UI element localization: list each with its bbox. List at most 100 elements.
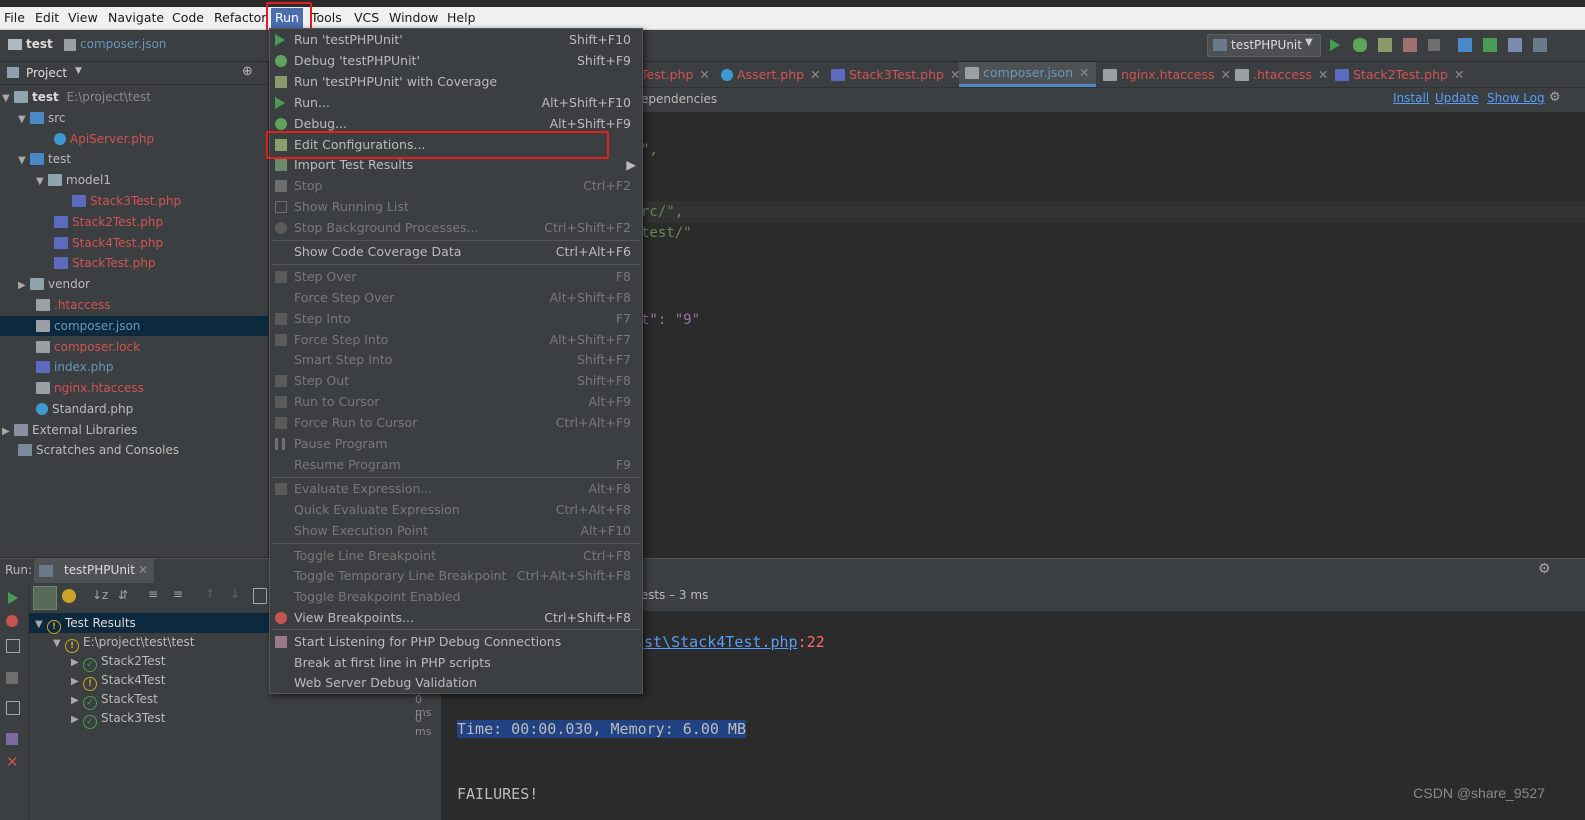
collapse-all-icon[interactable]: ≡ bbox=[173, 587, 183, 601]
tree-item-stacktest[interactable]: StackTest.php bbox=[54, 253, 156, 273]
stop-icon[interactable] bbox=[1428, 39, 1440, 51]
sort-alpha-icon[interactable]: ↓z bbox=[92, 588, 108, 602]
tree-item-scratches[interactable]: Scratches and Consoles bbox=[18, 440, 179, 460]
menu-item-web-server-debug[interactable]: Web Server Debug Validation bbox=[270, 673, 642, 693]
menu-item-smart-step-into[interactable]: Smart Step Into Shift+F7 bbox=[270, 350, 642, 370]
tab-htaccess[interactable]: .htaccess ✕ bbox=[1235, 62, 1328, 87]
tab-stack2test[interactable]: Stack2Test.php ✕ bbox=[1335, 62, 1464, 87]
menu-item-toggle-temp-breakpoint[interactable]: Toggle Temporary Line Breakpoint Ctrl+Alt… bbox=[270, 566, 642, 586]
tree-item-stack4test[interactable]: Stack4Test.php bbox=[54, 233, 163, 253]
menu-item-pause-program[interactable]: Pause Program bbox=[270, 434, 642, 454]
menu-item-view-breakpoints[interactable]: View Breakpoints... Ctrl+Shift+F8 bbox=[270, 608, 642, 628]
sort-duration-icon[interactable]: ⇵ bbox=[118, 588, 128, 602]
menu-navigate[interactable]: Navigate bbox=[108, 10, 164, 25]
tree-item-vendor[interactable]: ▶ vendor bbox=[18, 274, 90, 294]
vcs-commit-icon[interactable] bbox=[1483, 38, 1497, 52]
menu-refactor[interactable]: Refactor bbox=[214, 10, 266, 25]
tree-item-external-libraries[interactable]: ▶ External Libraries bbox=[2, 420, 137, 440]
close-icon[interactable]: ✕ bbox=[1079, 65, 1089, 80]
menu-item-debug-testphpunit[interactable]: Debug 'testPHPUnit' Shift+F9 bbox=[270, 51, 642, 71]
tree-item-standard[interactable]: Standard.php bbox=[36, 399, 133, 419]
tree-item-test[interactable]: ▼ test bbox=[18, 149, 71, 169]
menu-item-evaluate-expression[interactable]: Evaluate Expression... Alt+F8 bbox=[270, 479, 642, 499]
test-group[interactable]: ▼! E:\project\test\test bbox=[53, 632, 195, 653]
debug-icon[interactable] bbox=[1353, 38, 1367, 52]
tree-item-index[interactable]: index.php bbox=[36, 357, 113, 377]
tree-item-stack2test[interactable]: Stack2Test.php bbox=[54, 212, 163, 232]
run-config-selector[interactable]: testPHPUnit ▼ bbox=[1207, 34, 1321, 57]
menu-item-show-execution-point[interactable]: Show Execution Point Alt+F10 bbox=[270, 521, 642, 541]
close-icon[interactable]: ✕ bbox=[699, 67, 709, 82]
test-item-stack3test[interactable]: ▶ ✓ Stack3Test bbox=[71, 708, 166, 729]
menu-item-force-step-into[interactable]: Force Step Into Alt+Shift+F7 bbox=[270, 330, 642, 350]
menu-item-force-run-to-cursor[interactable]: Force Run to Cursor Ctrl+Alt+F9 bbox=[270, 413, 642, 433]
tree-item-composer-json[interactable]: composer.json bbox=[0, 316, 268, 336]
expand-all-icon[interactable]: ≡ bbox=[148, 587, 158, 601]
revert-icon[interactable] bbox=[1533, 38, 1547, 52]
tab-stack3test[interactable]: Stack3Test.php ✕ bbox=[831, 62, 960, 87]
close-icon[interactable]: ✕ bbox=[1221, 67, 1231, 82]
breadcrumb-file[interactable]: composer.json bbox=[80, 37, 166, 51]
menu-item-run-to-cursor[interactable]: Run to Cursor Alt+F9 bbox=[270, 392, 642, 412]
close-icon[interactable]: ✕ bbox=[6, 753, 19, 771]
menu-item-stop-background[interactable]: Stop Background Processes... Ctrl+Shift+F… bbox=[270, 218, 642, 238]
breadcrumb-project[interactable]: test bbox=[26, 37, 53, 51]
tab-test[interactable]: Test.php ✕ bbox=[641, 62, 710, 87]
show-ignored-icon[interactable] bbox=[62, 589, 76, 603]
menu-item-run-testphpunit[interactable]: Run 'testPHPUnit' Shift+F10 bbox=[270, 30, 642, 50]
menu-item-force-step-over[interactable]: Force Step Over Alt+Shift+F8 bbox=[270, 288, 642, 308]
show-log-link[interactable]: Show Log bbox=[1487, 91, 1545, 105]
menu-item-start-listening[interactable]: Start Listening for PHP Debug Connection… bbox=[270, 632, 642, 652]
code-editor[interactable]: ", rc/", test/" t": "9" bbox=[641, 112, 1585, 557]
menu-code[interactable]: Code bbox=[172, 10, 204, 25]
menu-item-stop[interactable]: Stop Ctrl+F2 bbox=[270, 176, 642, 196]
run-icon[interactable] bbox=[1330, 39, 1340, 51]
coverage-icon[interactable] bbox=[1378, 38, 1392, 52]
menu-file[interactable]: File bbox=[4, 10, 25, 25]
menu-item-step-into[interactable]: Step Into F7 bbox=[270, 309, 642, 329]
chevron-down-icon[interactable]: ▼ bbox=[75, 66, 82, 76]
gear-icon[interactable]: ⚙ bbox=[1549, 90, 1561, 105]
locate-icon[interactable]: ⊕ bbox=[242, 64, 253, 79]
close-icon[interactable]: ✕ bbox=[810, 67, 820, 82]
tab-nginx-htaccess[interactable]: nginx.htaccess ✕ bbox=[1103, 62, 1231, 87]
next-failure-icon[interactable]: ↓ bbox=[230, 587, 240, 601]
profile-icon[interactable] bbox=[1403, 38, 1417, 52]
menu-window[interactable]: Window bbox=[389, 10, 438, 25]
menu-edit[interactable]: Edit bbox=[35, 10, 59, 25]
update-link[interactable]: Update bbox=[1435, 91, 1478, 105]
menu-item-show-running-list[interactable]: Show Running List bbox=[270, 197, 642, 217]
pin-icon[interactable] bbox=[6, 733, 18, 745]
menu-item-show-coverage[interactable]: Show Code Coverage Data Ctrl+Alt+F6 bbox=[270, 242, 642, 262]
close-icon[interactable]: ✕ bbox=[1454, 67, 1464, 82]
rerun-icon[interactable] bbox=[8, 592, 18, 604]
menu-tools[interactable]: Tools bbox=[311, 10, 342, 25]
layout-icon[interactable] bbox=[6, 701, 20, 715]
project-panel-title[interactable]: Project bbox=[26, 66, 67, 80]
test-item-stacktest[interactable]: ▶ ✓ StackTest bbox=[71, 689, 158, 710]
vcs-history-icon[interactable] bbox=[1508, 38, 1522, 52]
stop-icon[interactable] bbox=[6, 672, 18, 684]
menu-item-step-over[interactable]: Step Over F8 bbox=[270, 267, 642, 287]
menu-help[interactable]: Help bbox=[447, 10, 476, 25]
menu-item-toggle-breakpoint-enabled[interactable]: Toggle Breakpoint Enabled bbox=[270, 587, 642, 607]
tab-composer-json[interactable]: composer.json ✕ bbox=[959, 62, 1096, 87]
vcs-update-icon[interactable] bbox=[1458, 38, 1472, 52]
rerun-failed-icon[interactable] bbox=[6, 615, 18, 627]
install-link[interactable]: Install bbox=[1393, 91, 1429, 105]
menu-item-toggle-line-breakpoint[interactable]: Toggle Line Breakpoint Ctrl+F8 bbox=[270, 546, 642, 566]
prev-failure-icon[interactable]: ↑ bbox=[205, 587, 215, 601]
toggle-auto-test-icon[interactable] bbox=[6, 639, 20, 653]
test-item-stack2test[interactable]: ▶ ✓ Stack2Test bbox=[71, 651, 166, 672]
tree-item-nginx-htaccess[interactable]: nginx.htaccess bbox=[36, 378, 144, 398]
menu-view[interactable]: View bbox=[68, 10, 98, 25]
test-item-stack4test[interactable]: ▶! Stack4Test bbox=[71, 670, 166, 691]
menu-item-resume-program[interactable]: Resume Program F9 bbox=[270, 455, 642, 475]
menu-vcs[interactable]: VCS bbox=[354, 10, 379, 25]
tree-item-htaccess[interactable]: .htaccess bbox=[36, 295, 111, 315]
menu-item-run[interactable]: Run... Alt+Shift+F10 bbox=[270, 93, 642, 113]
tree-item-model1[interactable]: ▼ model1 bbox=[36, 170, 111, 190]
gear-icon[interactable]: ⚙ bbox=[1538, 561, 1551, 577]
close-icon[interactable]: ✕ bbox=[1318, 67, 1328, 82]
menu-item-break-first-line[interactable]: Break at first line in PHP scripts bbox=[270, 653, 642, 673]
